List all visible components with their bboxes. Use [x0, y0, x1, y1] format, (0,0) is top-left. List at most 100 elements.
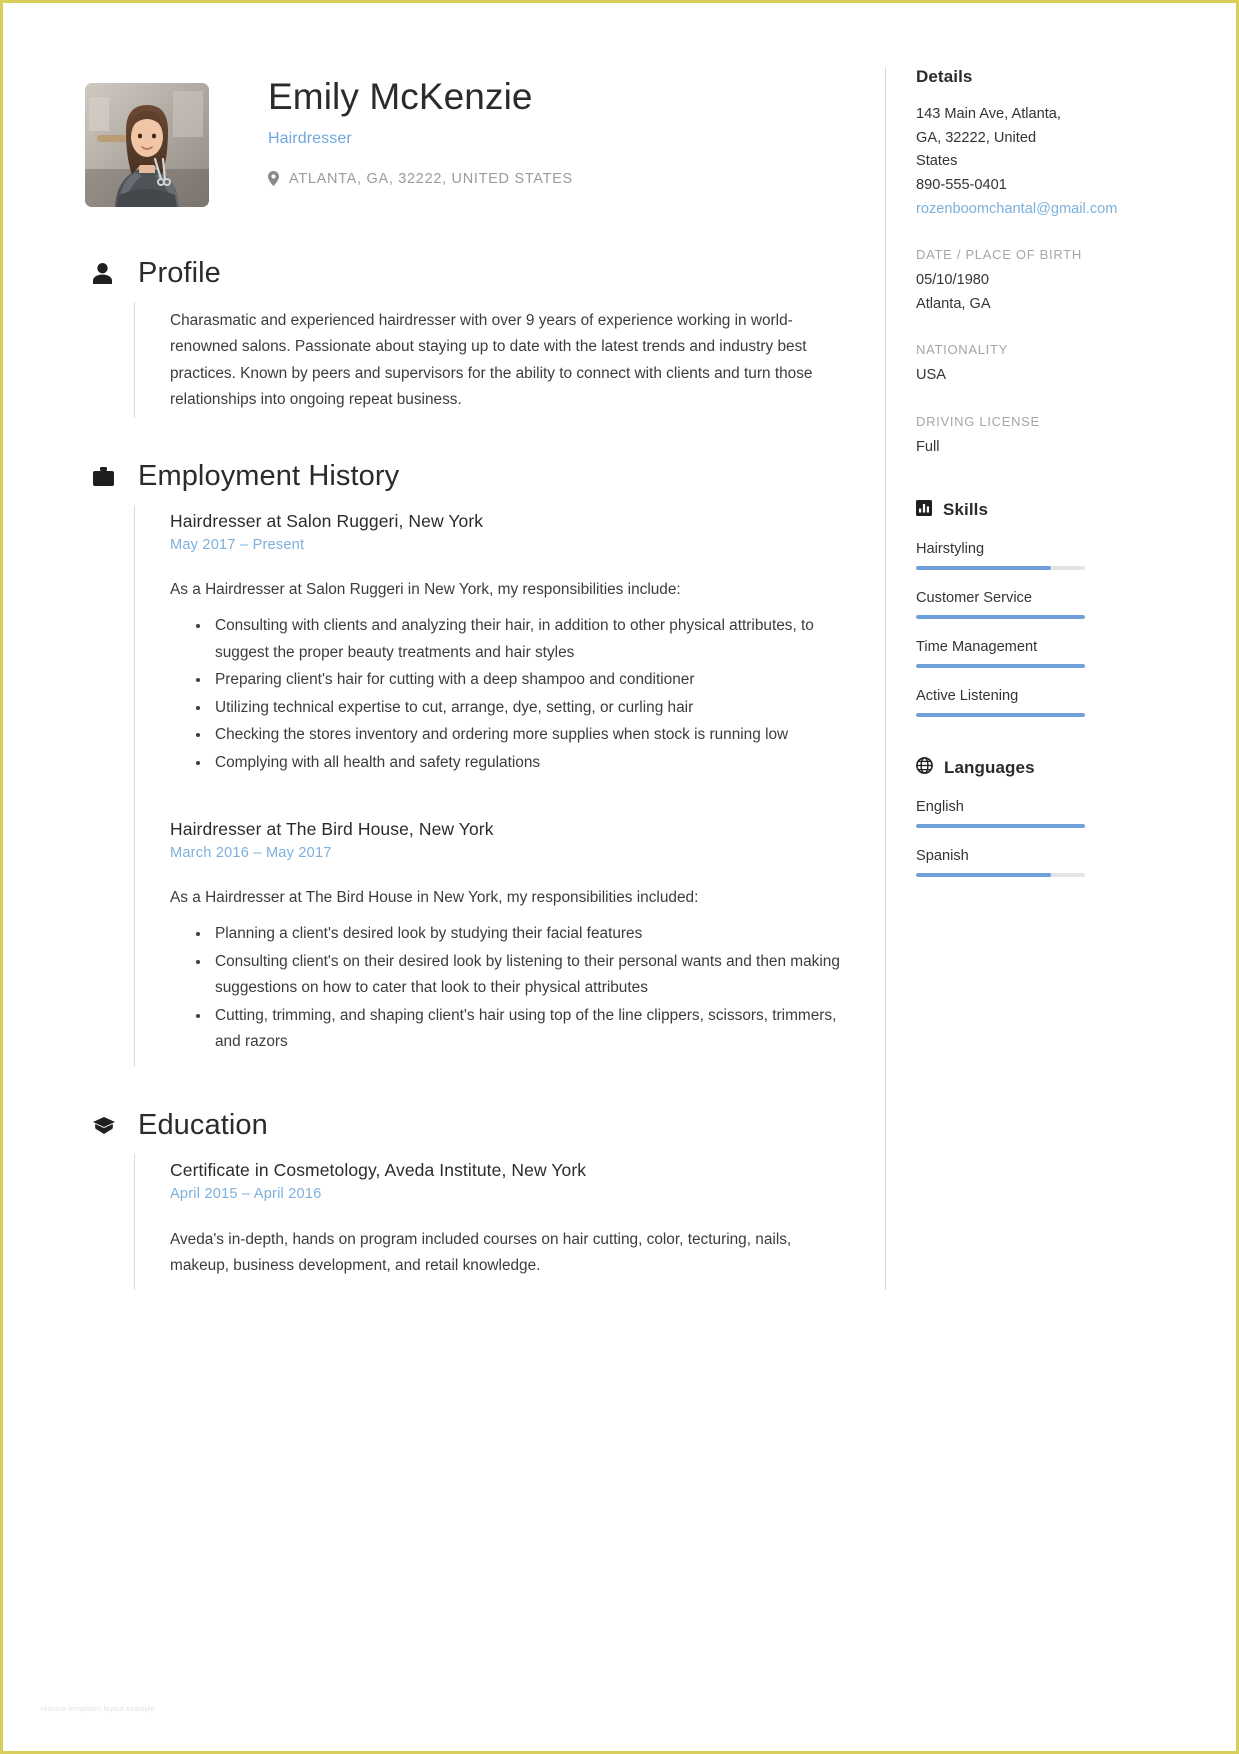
list-item: Checking the stores inventory and orderi… [196, 722, 845, 748]
address-line: States [916, 153, 958, 170]
employment-entry-bullets: Planning a client's desired look by stud… [170, 921, 845, 1055]
profile-text: Charasmatic and experienced hairdresser … [170, 312, 813, 409]
person-icon [93, 263, 123, 284]
education-body: Certificate in Cosmetology, Aveda Instit… [134, 1153, 845, 1290]
employment-entry-dates: March 2016 – May 2017 [170, 845, 845, 861]
location-pin-icon [268, 171, 279, 187]
list-item: Consulting with clients and analyzing th… [196, 613, 845, 666]
list-item: Utilizing technical expertise to cut, ar… [196, 695, 845, 721]
date-end: Present [252, 536, 305, 553]
skill-item: Customer Service [916, 590, 1140, 619]
date-end: April 2016 [253, 1185, 322, 1202]
list-item: Complying with all health and safety reg… [196, 750, 845, 776]
job-title: Hairdresser [268, 129, 352, 147]
graduation-cap-icon [93, 1116, 123, 1134]
list-item: Planning a client's desired look by stud… [196, 921, 845, 947]
language-name: English [916, 798, 964, 815]
sidebar-title-skills: Skills [943, 500, 989, 520]
language-level-bar [916, 872, 1085, 877]
detail-value-birth-date: 05/10/1980 [916, 272, 990, 289]
skill-item: Active Listening [916, 688, 1140, 717]
skill-level-bar [916, 663, 1085, 668]
resume-page: Emily McKenzie Hairdresser ATLANTA, GA, … [0, 0, 1239, 1754]
skill-item: Time Management [916, 639, 1140, 668]
watermark: resume templates layout example [41, 1706, 155, 1713]
content-columns: Profile Charasmatic and experienced hair… [85, 67, 1140, 1290]
date-dash: – [239, 536, 249, 553]
skill-item: Hairstyling [916, 541, 1140, 570]
employment-entry-bullets: Consulting with clients and analyzing th… [170, 613, 845, 776]
employment-entry: Hairdresser at The Bird House, New York … [170, 819, 845, 1063]
section-title-profile: Profile [138, 257, 221, 289]
briefcase-icon [93, 466, 123, 486]
employment-entry-title: Hairdresser at Salon Ruggeri, New York [170, 510, 484, 531]
date-dash: – [241, 1185, 251, 1202]
sidebar-title-details: Details [916, 67, 973, 86]
education-entry-title: Certificate in Cosmetology, Aveda Instit… [170, 1159, 587, 1180]
detail-value-driving-license: Full [916, 439, 940, 456]
location-text: ATLANTA, GA, 32222, UNITED STATES [289, 170, 573, 187]
employment-body: Hairdresser at Salon Ruggeri, New York M… [134, 504, 845, 1067]
sidebar-title-languages: Languages [944, 757, 1035, 777]
list-item: Consulting client's on their desired loo… [196, 949, 845, 1002]
main-column: Profile Charasmatic and experienced hair… [85, 215, 845, 1290]
skill-level-bar [916, 565, 1085, 570]
address-line: 143 Main Ave, Atlanta, [916, 106, 1061, 122]
date-end: May 2017 [265, 845, 332, 862]
language-level-fill [916, 823, 1085, 828]
globe-icon [916, 756, 933, 779]
address-block: 143 Main Ave, Atlanta, GA, 32222, United… [916, 103, 1140, 174]
sidebar-header-languages: Languages [916, 756, 1140, 779]
address-line: GA, 32222, United [916, 129, 1037, 146]
detail-value-birth-place: Atlanta, GA [916, 295, 991, 312]
sidebar-header-skills: Skills [916, 499, 1140, 521]
skill-name: Time Management [916, 638, 1038, 655]
location-row: ATLANTA, GA, 32222, UNITED STATES [268, 171, 573, 187]
profile-body: Charasmatic and experienced hairdresser … [134, 302, 845, 418]
language-item: Spanish [916, 848, 1140, 877]
date-start: April 2015 [170, 1185, 238, 1202]
date-start: March 2016 [170, 845, 250, 862]
skill-level-fill [916, 565, 1052, 570]
resume-sheet: Emily McKenzie Hairdresser ATLANTA, GA, … [3, 3, 1236, 1751]
language-name: Spanish [916, 847, 969, 864]
list-item: Cutting, trimming, and shaping client's … [196, 1003, 845, 1056]
date-start: May 2017 [170, 536, 236, 553]
education-entry: Certificate in Cosmetology, Aveda Instit… [170, 1160, 845, 1286]
skill-level-bar [916, 614, 1085, 619]
header-text-block: Emily McKenzie Hairdresser ATLANTA, GA, … [268, 65, 573, 187]
detail-label-nationality: NATIONALITY [916, 342, 1008, 358]
skill-name: Hairstyling [916, 540, 985, 557]
skill-level-fill [916, 712, 1085, 717]
employment-entry: Hairdresser at Salon Ruggeri, New York M… [170, 511, 845, 783]
phone-number: 890-555-0401 [916, 176, 1007, 193]
section-header-employment: Employment History [85, 460, 845, 493]
date-dash: – [253, 845, 262, 862]
employment-entry-title: Hairdresser at The Bird House, New York [170, 819, 494, 840]
bar-chart-icon [916, 499, 932, 521]
detail-label-birth: DATE / PLACE OF BIRTH [916, 247, 1082, 263]
email-link[interactable]: rozenboomchantal@gmail.com [916, 198, 1140, 222]
employment-entry-dates: May 2017 – Present [170, 537, 845, 553]
section-header-profile: Profile [85, 257, 845, 290]
detail-value-nationality: USA [916, 367, 947, 384]
language-level-fill [916, 872, 1052, 877]
employment-entry-lead: As a Hairdresser at Salon Ruggeri in New… [170, 580, 681, 598]
education-entry-dates: April 2015 – April 2016 [170, 1186, 845, 1202]
skill-name: Customer Service [916, 589, 1032, 606]
section-header-education: Education [85, 1109, 845, 1142]
sidebar: Details 143 Main Ave, Atlanta, GA, 32222… [885, 67, 1140, 1290]
skill-level-bar [916, 712, 1085, 717]
education-entry-description: Aveda's in-depth, hands on program inclu… [170, 1230, 792, 1275]
detail-label-driving-license: DRIVING LICENSE [916, 414, 1040, 430]
section-title-employment: Employment History [138, 459, 400, 492]
section-title-education: Education [138, 1108, 268, 1141]
employment-entry-lead: As a Hairdresser at The Bird House in Ne… [170, 889, 699, 907]
skill-name: Active Listening [916, 687, 1019, 704]
language-level-bar [916, 823, 1085, 828]
skill-level-fill [916, 614, 1085, 619]
page-title: Emily McKenzie [268, 76, 533, 117]
skill-level-fill [916, 663, 1085, 668]
list-item: Preparing client's hair for cutting with… [196, 667, 845, 693]
language-item: English [916, 799, 1140, 828]
